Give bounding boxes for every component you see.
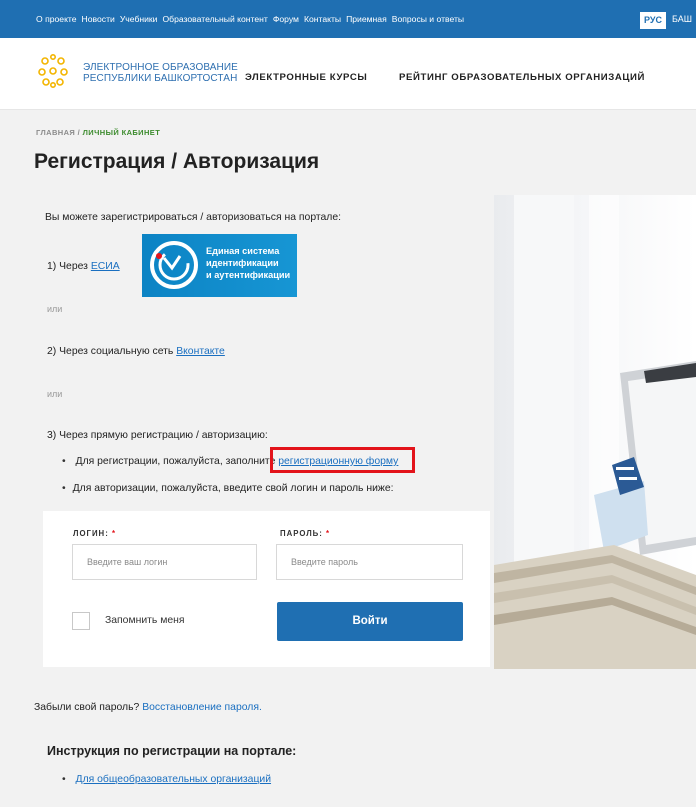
top-link-faq[interactable]: Вопросы и ответы (392, 14, 464, 24)
brand-name[interactable]: ЭЛЕКТРОННОЕ ОБРАЗОВАНИЕ РЕСПУБЛИКИ БАШКО… (83, 62, 238, 84)
option-esia: 1) Через ЕСИА (47, 261, 120, 272)
restore-password-link[interactable]: Восстановление пароля. (142, 702, 262, 713)
instructions-item: Для общеобразовательных организаций (62, 774, 272, 785)
esia-line-2: идентификации (206, 258, 279, 268)
option-vk-prefix: 2) Через социальную сеть (47, 346, 174, 357)
password-required-mark: * (326, 529, 331, 538)
top-link-content[interactable]: Образовательный контент (162, 14, 267, 24)
login-input[interactable] (72, 544, 257, 580)
hero-image (494, 195, 696, 669)
option-esia-prefix: 1) Через (47, 261, 88, 272)
esia-logo-icon (150, 241, 198, 289)
esia-line-3: и аутентификации (206, 270, 291, 280)
bullet-login: Для авторизации, пожалуйста, введите сво… (62, 483, 394, 494)
login-label-text: ЛОГИН: (73, 529, 109, 538)
esia-banner-text: Единая система идентификации и аутентифи… (206, 245, 290, 281)
or-separator-2: или (47, 389, 63, 399)
logo-icon[interactable] (36, 53, 70, 89)
login-required-mark: * (111, 529, 117, 538)
brand-line-1: ЭЛЕКТРОННОЕ ОБРАЗОВАНИЕ (83, 62, 238, 73)
breadcrumb: ГЛАВНАЯ / ЛИЧНЫЙ КАБИНЕТ (36, 128, 160, 137)
forgot-password-text: Забыли свой пароль? (34, 702, 140, 713)
top-link-about[interactable]: О проекте (36, 14, 77, 24)
breadcrumb-current: ЛИЧНЫЙ КАБИНЕТ (82, 128, 161, 137)
lang-ba-button[interactable]: БАШ (672, 14, 692, 24)
nav-rating[interactable]: РЕЙТИНГ ОБРАЗОВАТЕЛЬНЫХ ОРГАНИЗАЦИЙ (399, 72, 645, 83)
hero-photo-graphic (494, 195, 696, 669)
instructions-title: Инструкция по регистрации на портале: (47, 744, 297, 758)
esia-line-1: Единая система (206, 246, 280, 256)
top-link-news[interactable]: Новости (82, 14, 115, 24)
or-separator-1: или (47, 304, 63, 314)
option-direct-title: 3) Через прямую регистрацию / авторизаци… (47, 430, 268, 441)
login-button[interactable]: Войти (277, 602, 463, 641)
lang-ru-button[interactable]: РУС (640, 12, 666, 29)
option-vk: 2) Через социальную сеть Вконтакте (47, 346, 225, 357)
site-header: ЭЛЕКТРОННОЕ ОБРАЗОВАНИЕ РЕСПУБЛИКИ БАШКО… (0, 38, 696, 110)
instructions-schools-link[interactable]: Для общеобразовательных организаций (76, 774, 272, 785)
esia-link[interactable]: ЕСИА (91, 261, 120, 272)
top-link-reception[interactable]: Приемная (346, 14, 387, 24)
login-label: ЛОГИН: * (73, 529, 116, 538)
bullet-register-text: Для регистрации, пожалуйста, заполните (75, 456, 276, 467)
top-link-contacts[interactable]: Контакты (304, 14, 341, 24)
intro-text: Вы можете зарегистрироваться / авторизов… (45, 212, 342, 223)
password-input[interactable] (276, 544, 463, 580)
esia-banner[interactable]: Единая система идентификации и аутентифи… (142, 234, 297, 297)
brand-line-2: РЕСПУБЛИКИ БАШКОРТОСТАН (83, 73, 238, 84)
remember-checkbox[interactable] (72, 612, 90, 630)
password-label: ПАРОЛЬ: * (280, 529, 330, 538)
top-link-textbooks[interactable]: Учебники (120, 14, 158, 24)
breadcrumb-home[interactable]: ГЛАВНАЯ / (36, 128, 80, 137)
forgot-password: Забыли свой пароль? Восстановление парол… (34, 702, 262, 713)
top-links: О проекте Новости Учебники Образовательн… (36, 14, 464, 24)
nav-courses[interactable]: ЭЛЕКТРОННЫЕ КУРСЫ (245, 72, 367, 83)
password-label-text: ПАРОЛЬ: (280, 529, 323, 538)
vk-link[interactable]: Вконтакте (176, 346, 225, 357)
page-title: Регистрация / Авторизация (34, 150, 320, 173)
remember-label[interactable]: Запомнить меня (105, 615, 185, 626)
top-bar: О проекте Новости Учебники Образовательн… (0, 0, 696, 38)
highlight-box (270, 447, 415, 473)
top-link-forum[interactable]: Форум (273, 14, 299, 24)
